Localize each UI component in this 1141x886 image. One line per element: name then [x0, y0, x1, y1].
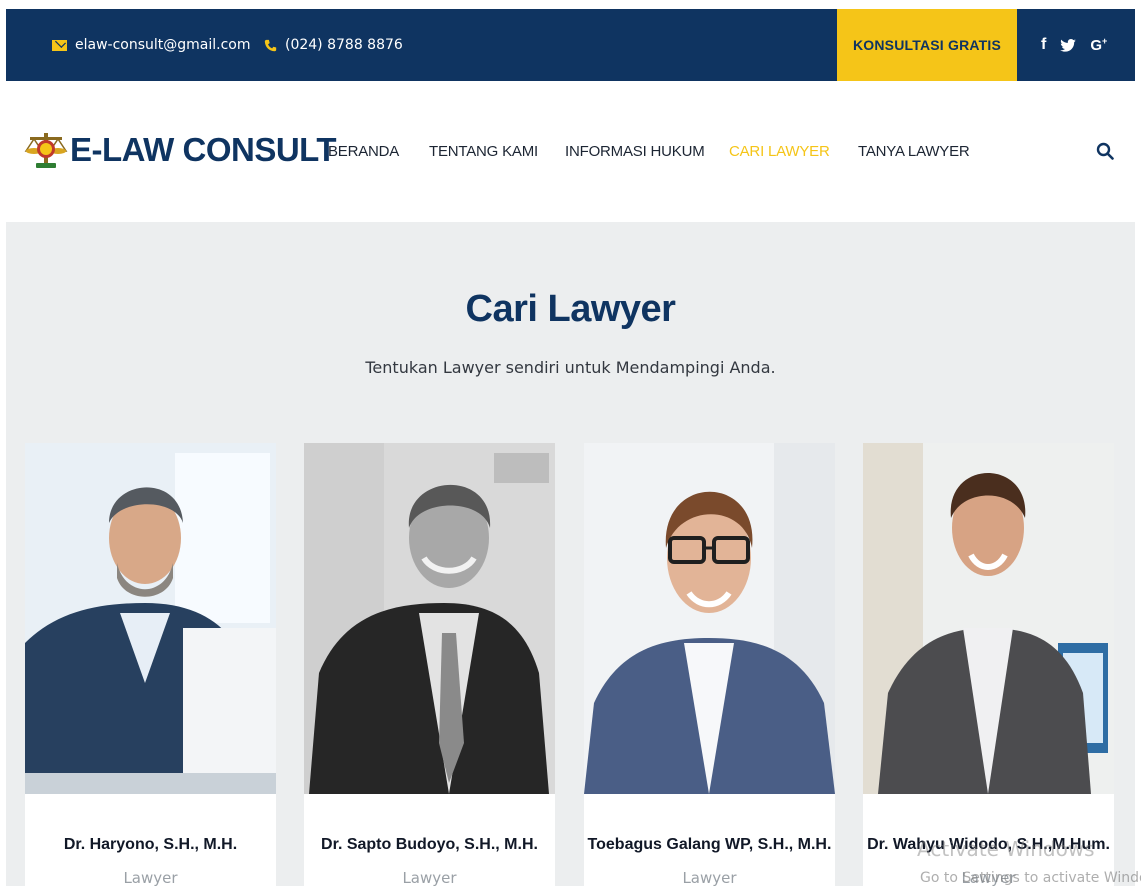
social-links: f G+ — [1041, 9, 1107, 81]
nav-item-beranda[interactable]: BERANDA — [328, 143, 399, 160]
contact-email[interactable]: elaw-consult@gmail.com — [52, 9, 251, 81]
activate-windows-hint: Go to Settings to activate Window — [920, 870, 1141, 886]
activate-windows-watermark: Activate Windows — [917, 837, 1095, 861]
site-logo[interactable]: E-LAW CONSULT — [24, 129, 337, 171]
mail-icon — [52, 39, 67, 51]
top-bar: elaw-consult@gmail.com (024) 8788 8876 K… — [6, 9, 1135, 81]
page-title: Cari Lawyer — [465, 288, 676, 330]
contact-phone[interactable]: (024) 8788 8876 — [264, 9, 403, 81]
site-header: E-LAW CONSULT BERANDA TENTANG KAMI INFOR… — [6, 81, 1135, 222]
page-subtitle: Tentukan Lawyer sendiri untuk Mendamping… — [365, 358, 776, 377]
lawyer-card[interactable]: Dr. Haryono, S.H., M.H. Lawyer — [25, 443, 276, 886]
search-icon[interactable] — [1096, 142, 1114, 160]
lawyer-photo[interactable] — [584, 443, 835, 794]
lawyer-photo[interactable] — [304, 443, 555, 794]
lawyer-role: Lawyer — [402, 869, 457, 886]
facebook-icon[interactable]: f — [1041, 36, 1046, 54]
lawyer-card[interactable]: Dr. Wahyu Widodo, S.H.,M.Hum. Lawyer — [863, 443, 1114, 886]
lawyer-photo[interactable] — [863, 443, 1114, 794]
lawyer-card[interactable]: Dr. Sapto Budoyo, S.H., M.H. Lawyer — [304, 443, 555, 886]
phone-icon — [264, 39, 277, 51]
twitter-icon[interactable] — [1060, 38, 1077, 52]
lawyer-name[interactable]: Toebagus Galang WP, S.H., M.H. — [584, 836, 835, 854]
logo-text: E-LAW CONSULT — [70, 131, 337, 168]
lawyer-photo[interactable] — [25, 443, 276, 794]
lawyer-role: Lawyer — [123, 869, 178, 886]
lawyer-name[interactable]: Dr. Sapto Budoyo, S.H., M.H. — [304, 836, 555, 854]
nav-item-tanya-lawyer[interactable]: TANYA LAWYER — [858, 143, 970, 160]
lawyer-name[interactable]: Dr. Haryono, S.H., M.H. — [25, 836, 276, 854]
nav-item-tentang-kami[interactable]: TENTANG KAMI — [429, 143, 538, 160]
email-text: elaw-consult@gmail.com — [75, 37, 251, 53]
lawyer-card[interactable]: Toebagus Galang WP, S.H., M.H. Lawyer — [584, 443, 835, 886]
google-plus-icon[interactable]: G+ — [1090, 36, 1107, 54]
find-lawyer-section: Cari Lawyer Tentukan Lawyer sendiri untu… — [6, 222, 1135, 886]
free-consultation-button[interactable]: KONSULTASI GRATIS — [837, 9, 1017, 81]
nav-item-informasi-hukum[interactable]: INFORMASI HUKUM — [565, 143, 705, 160]
nav-item-cari-lawyer[interactable]: CARI LAWYER — [729, 143, 830, 160]
phone-text: (024) 8788 8876 — [285, 37, 403, 53]
scales-of-justice-logo-icon — [24, 133, 68, 168]
lawyer-role: Lawyer — [682, 869, 737, 886]
